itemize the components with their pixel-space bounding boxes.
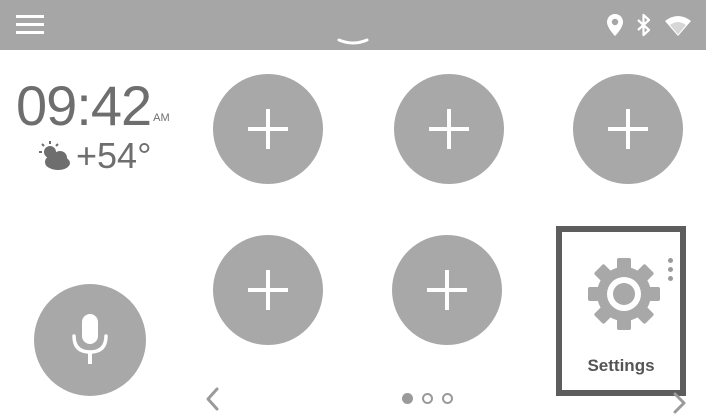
clock-time: 09:42 (16, 74, 152, 137)
add-app-button-5[interactable] (392, 235, 502, 345)
clock-ampm: AM (153, 112, 170, 124)
bluetooth-icon (637, 13, 651, 37)
add-app-button-3[interactable] (573, 74, 683, 184)
status-icons (606, 10, 692, 40)
add-app-button-1[interactable] (213, 74, 323, 184)
wifi-icon (665, 16, 691, 36)
pull-down-handle-icon[interactable] (335, 34, 371, 45)
overflow-menu-icon[interactable] (668, 258, 674, 286)
temperature: +54° (76, 135, 152, 176)
settings-app-tile[interactable]: Settings (556, 226, 686, 396)
page-dot-1[interactable] (402, 393, 413, 404)
clock-weather-widget[interactable]: 09:42 AM +54° (16, 78, 206, 174)
menu-icon[interactable] (14, 12, 48, 38)
microphone-icon (72, 314, 108, 364)
settings-label: Settings (587, 356, 655, 375)
location-pin-icon (607, 14, 623, 36)
plus-icon (427, 270, 467, 310)
previous-page-chevron-icon[interactable] (200, 386, 226, 412)
voice-search-button[interactable] (34, 284, 146, 396)
status-bar (0, 0, 706, 50)
add-app-button-4[interactable] (213, 235, 323, 345)
page-dot-3[interactable] (442, 393, 453, 404)
plus-icon (608, 109, 648, 149)
partly-cloudy-icon (39, 141, 70, 170)
plus-icon (248, 270, 288, 310)
plus-icon (429, 109, 469, 149)
page-dot-2[interactable] (422, 393, 433, 404)
page-indicator (402, 393, 453, 404)
gear-icon (588, 258, 660, 330)
add-app-button-2[interactable] (394, 74, 504, 184)
plus-icon (248, 109, 288, 149)
next-page-chevron-icon[interactable] (666, 392, 692, 414)
